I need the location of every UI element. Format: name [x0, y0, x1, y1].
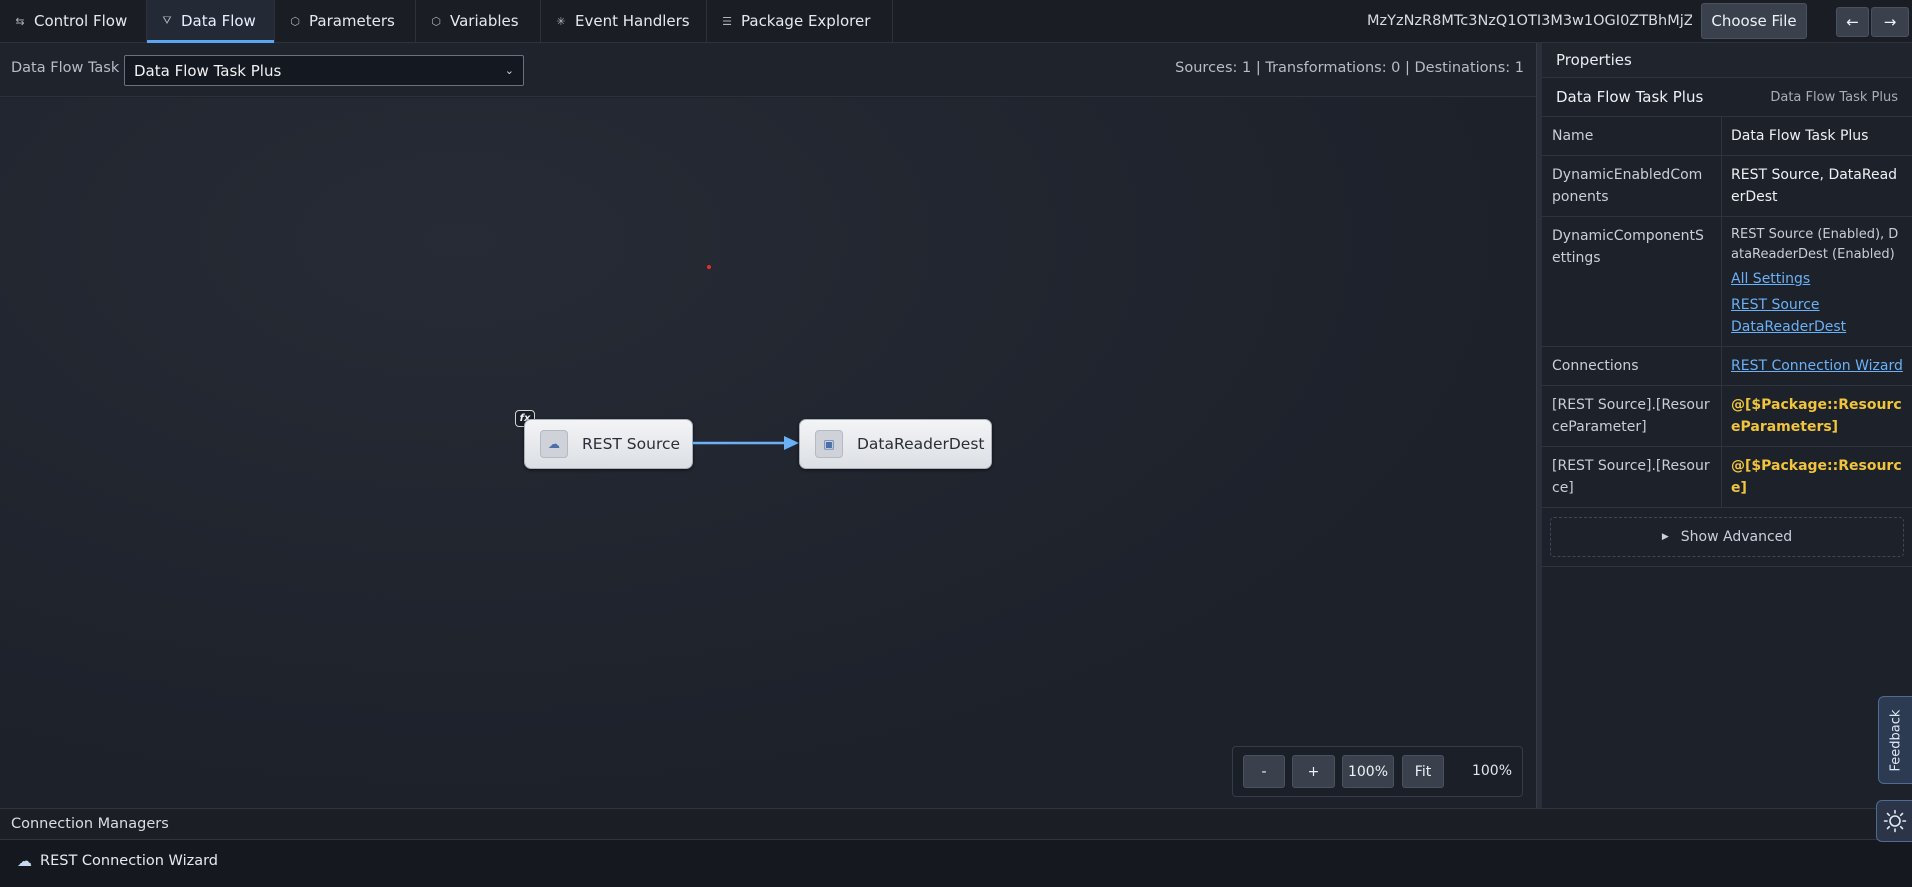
component-name: Data Flow Task Plus [1556, 88, 1704, 106]
forward-button[interactable]: → [1871, 7, 1909, 37]
rest-connection-wizard-link[interactable]: REST Connection Wizard [1731, 355, 1903, 377]
show-advanced-label: Show Advanced [1680, 529, 1793, 545]
properties-panel: Properties Data Flow Task Plus Data Flow… [1542, 43, 1912, 808]
property-row-connections: Connections REST Connection Wizard [1542, 347, 1912, 386]
choose-file-button[interactable]: Choose File [1701, 3, 1807, 39]
back-button[interactable]: ← [1836, 7, 1869, 37]
property-value: REST Source (Enabled), DataReaderDest (E… [1731, 227, 1899, 262]
tab-package-explorer[interactable]: ☰ Package Explorer [707, 0, 893, 42]
component-type: Data Flow Task Plus [1770, 89, 1898, 105]
property-row-resource: [REST Source].[Resource] @[$Package::Res… [1542, 447, 1912, 508]
property-key: [REST Source].[Resource] [1542, 447, 1722, 507]
properties-component-header: Data Flow Task Plus Data Flow Task Plus [1542, 78, 1912, 117]
control-flow-icon: ⇆ [15, 14, 25, 28]
theme-toggle-button[interactable] [1876, 800, 1912, 842]
rest-source-settings-link[interactable]: REST Source [1731, 294, 1903, 316]
zoom-in-button[interactable]: + [1292, 755, 1335, 788]
show-advanced-button[interactable]: ▶ Show Advanced [1550, 517, 1904, 557]
property-value[interactable]: Data Flow Task Plus [1722, 117, 1912, 155]
cloud-icon: ☁ [17, 852, 32, 870]
all-settings-link[interactable]: All Settings [1731, 268, 1903, 290]
top-tab-bar: ⇆ Control Flow ⛛ Data Flow ⬡ Parameters … [0, 0, 1912, 43]
event-handler-icon: ✳ [556, 14, 566, 28]
property-value-group: REST Source (Enabled), DataReaderDest (E… [1722, 217, 1912, 346]
component-summary: Sources: 1 | Transformations: 0 | Destin… [1175, 60, 1524, 76]
tab-label: Event Handlers [575, 12, 690, 30]
property-row-dynamic-settings: DynamicComponentSettings REST Source (En… [1542, 217, 1912, 347]
properties-title: Properties [1542, 43, 1912, 78]
tab-label: Variables [450, 12, 519, 30]
zoom-level: 100% [1471, 763, 1512, 779]
connection-manager-item[interactable]: ☁ REST Connection Wizard [17, 852, 218, 870]
file-name: MzYzNzR8MTc3NzQ1OTI3M3w1OGI0ZTBhMjZlZjV.… [1367, 13, 1692, 29]
zoom-controls: - + 100% Fit 100% [1232, 746, 1523, 797]
data-reader-dest-node[interactable]: ▣ DataReaderDest [799, 419, 992, 469]
feedback-label: Feedback [1888, 709, 1904, 771]
data-reader-dest-settings-link[interactable]: DataReaderDest [1731, 316, 1903, 338]
node-label: DataReaderDest [857, 435, 985, 453]
rest-source-node[interactable]: ☁ REST Source [524, 419, 693, 469]
tab-data-flow[interactable]: ⛛ Data Flow [147, 0, 275, 43]
tab-label: Package Explorer [741, 12, 871, 30]
task-label: Data Flow Task [11, 60, 120, 76]
canvas-marker-dot [707, 265, 711, 269]
tab-label: Control Flow [34, 12, 128, 30]
property-key: [REST Source].[ResourceParameter] [1542, 386, 1722, 446]
property-key: Name [1542, 117, 1722, 155]
divider [1542, 566, 1912, 567]
data-flow-canvas[interactable]: fx ☁ REST Source ▣ DataReaderDest - + 10… [0, 98, 1536, 808]
data-reader-icon: ▣ [815, 430, 843, 458]
property-row-resource-parameter: [REST Source].[ResourceParameter] @[$Pac… [1542, 386, 1912, 447]
chevron-down-icon: ⌄ [504, 64, 514, 77]
node-label: REST Source [582, 435, 681, 453]
rest-cloud-icon: ☁ [540, 430, 568, 458]
property-key: DynamicEnabledComponents [1542, 156, 1722, 216]
property-value[interactable]: REST Source, DataReaderDest [1722, 156, 1912, 216]
feedback-button[interactable]: Feedback [1878, 696, 1912, 784]
data-path-arrow[interactable] [692, 433, 802, 453]
task-header: Data Flow Task Data Flow Task Plus ⌄ Sou… [0, 43, 1538, 97]
property-value-group: REST Connection Wizard [1722, 347, 1912, 385]
property-expression[interactable]: @[$Package::Resource] [1722, 447, 1912, 507]
task-select[interactable]: Data Flow Task Plus ⌄ [124, 55, 524, 86]
property-expression[interactable]: @[$Package::ResourceParameters] [1722, 386, 1912, 446]
zoom-reset-button[interactable]: 100% [1342, 755, 1394, 788]
connection-managers-list: ☁ REST Connection Wizard [0, 840, 1912, 887]
tab-parameters[interactable]: ⬡ Parameters [275, 0, 416, 42]
tab-variables[interactable]: ⬡ Variables [416, 0, 541, 42]
zoom-fit-button[interactable]: Fit [1402, 755, 1444, 788]
tab-event-handlers[interactable]: ✳ Event Handlers [541, 0, 707, 42]
tab-label: Data Flow [181, 12, 256, 30]
connection-managers-header: Connection Managers [0, 808, 1912, 840]
property-key: DynamicComponentSettings [1542, 217, 1722, 346]
property-row-dynamic-enabled: DynamicEnabledComponents REST Source, Da… [1542, 156, 1912, 217]
cube-icon: ⬡ [431, 14, 441, 28]
tree-list-icon: ☰ [722, 14, 732, 28]
zoom-out-button[interactable]: - [1243, 755, 1285, 788]
task-select-value: Data Flow Task Plus [134, 61, 282, 80]
tab-label: Parameters [309, 12, 395, 30]
sun-icon [1883, 809, 1907, 833]
property-row-name: Name Data Flow Task Plus [1542, 117, 1912, 156]
cube-icon: ⬡ [290, 14, 300, 28]
property-key: Connections [1542, 347, 1722, 385]
expand-triangle-icon: ▶ [1661, 532, 1669, 542]
data-flow-icon: ⛛ [162, 14, 172, 27]
tab-control-flow[interactable]: ⇆ Control Flow [0, 0, 147, 42]
connection-manager-label: REST Connection Wizard [40, 853, 219, 869]
